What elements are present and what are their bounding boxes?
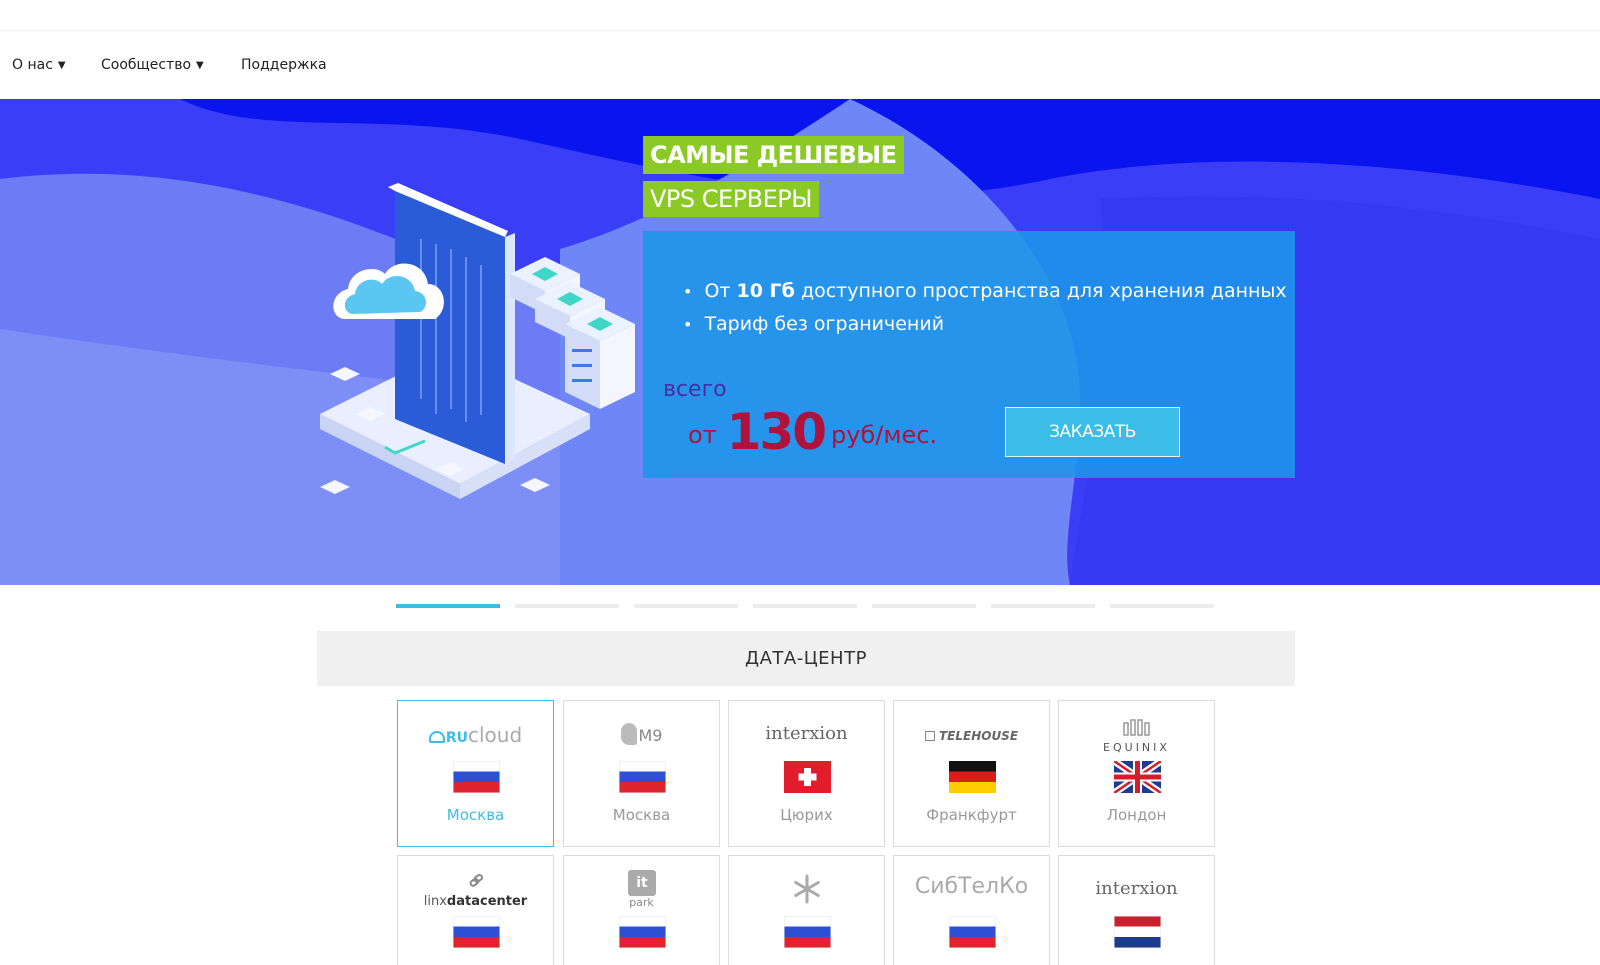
slider-dot[interactable] (991, 604, 1095, 608)
slider-indicators (396, 604, 1216, 608)
nav-item-about[interactable]: О нас ▼ (12, 57, 66, 73)
nav-item-label: О нас (12, 57, 53, 73)
datacenter-card-sibtelco[interactable]: СибТелКо (893, 855, 1050, 965)
datacenter-card-snowflake[interactable] (728, 855, 885, 965)
russia-flag-icon (784, 916, 831, 948)
chevron-down-icon: ▼ (196, 60, 204, 71)
itpark-mark-icon: it (628, 870, 656, 896)
headline-vps: VPS СЕРВЕРЫ (643, 181, 819, 217)
feature-unlimited: Тариф без ограничений (683, 308, 1287, 341)
netherlands-flag-icon (1114, 916, 1161, 948)
datacenter-card-rucloud[interactable]: RUcloud Москва (397, 700, 554, 847)
snowflake-icon (794, 874, 820, 904)
feature-storage-post: доступного пространства для хранения дан… (794, 280, 1287, 302)
nav-item-support[interactable]: Поддержка (241, 57, 327, 73)
nav-item-label: Поддержка (241, 57, 327, 73)
top-strip (0, 0, 1600, 31)
uk-flag-icon (1114, 761, 1161, 793)
price-unit: руб/мес. (831, 421, 938, 449)
interxion-logo: interxion (1095, 878, 1178, 899)
price: от 130 руб/мес. (688, 403, 937, 461)
germany-flag-icon (949, 761, 996, 793)
slider-dot[interactable] (872, 604, 976, 608)
switzerland-flag-icon (784, 761, 831, 793)
slider-dot[interactable] (634, 604, 738, 608)
datacenter-card-m9[interactable]: M9 Москва (563, 700, 720, 847)
feature-list: От 10 Гб доступного пространства для хра… (683, 275, 1287, 341)
russia-flag-icon (619, 761, 666, 793)
rucloud-logo: RUcloud (398, 723, 553, 749)
datacenter-city: Цюрих (780, 806, 833, 824)
datacenter-city: Москва (446, 806, 505, 824)
datacenter-card-interxion-zurich[interactable]: interxion Цюрих (728, 700, 885, 847)
feature-storage: От 10 Гб доступного пространства для хра… (683, 275, 1287, 308)
link-icon (469, 874, 484, 887)
feature-storage-amount: 10 Гб (736, 280, 795, 302)
slider-dot[interactable] (515, 604, 619, 608)
slider-dot[interactable] (396, 604, 500, 608)
m9-logo: M9 (564, 723, 719, 749)
datacenter-city: Москва (612, 806, 671, 824)
slider-dot[interactable] (753, 604, 857, 608)
headline-cheapest: САМЫЕ ДЕШЕВЫЕ (643, 136, 904, 174)
price-from: от (688, 421, 717, 449)
datacenter-card-interxion-amsterdam[interactable]: interxion (1058, 855, 1215, 965)
russia-flag-icon (453, 916, 500, 948)
hero-banner: САМЫЕ ДЕШЕВЫЕ VPS СЕРВЕРЫ От 10 Гб досту… (0, 99, 1600, 585)
chevron-down-icon: ▼ (57, 60, 66, 71)
russia-flag-icon (453, 761, 500, 793)
nav-item-label: Сообщество (101, 57, 192, 73)
feature-storage-pre: От (704, 280, 737, 302)
slider-dot[interactable] (1110, 604, 1214, 608)
russia-flag-icon (619, 916, 666, 948)
datacenter-city: Франкфурт (926, 806, 1017, 824)
telehouse-logo: TELEHOUSE (894, 729, 1049, 755)
promo-box: От 10 Гб доступного пространства для хра… (643, 231, 1295, 478)
cloud-server-illustration (320, 183, 635, 499)
main-nav: О нас ▼ Сообщество ▼ Поддержка (0, 31, 1600, 99)
equinix-mark-icon (1123, 719, 1150, 736)
price-prefix: всего (663, 377, 727, 402)
price-value: 130 (726, 403, 827, 461)
datacenter-card-linx[interactable]: linxdatacenter (397, 855, 554, 965)
datacenter-card-equinix[interactable]: EQUINIX Лондон (1058, 700, 1215, 847)
order-button[interactable]: ЗАКАЗАТЬ (1005, 407, 1180, 457)
datacenter-title: ДАТА-ЦЕНТР (317, 631, 1295, 686)
datacenter-card-telehouse[interactable]: TELEHOUSE Франкфурт (893, 700, 1050, 847)
datacenter-city: Лондон (1106, 806, 1167, 824)
russia-flag-icon (949, 916, 996, 948)
sibtelco-logo: СибТелКо (914, 874, 1029, 899)
nav-item-community[interactable]: Сообщество ▼ (101, 57, 204, 73)
interxion-logo: interxion (765, 723, 848, 744)
datacenter-card-itpark[interactable]: it park (563, 855, 720, 965)
